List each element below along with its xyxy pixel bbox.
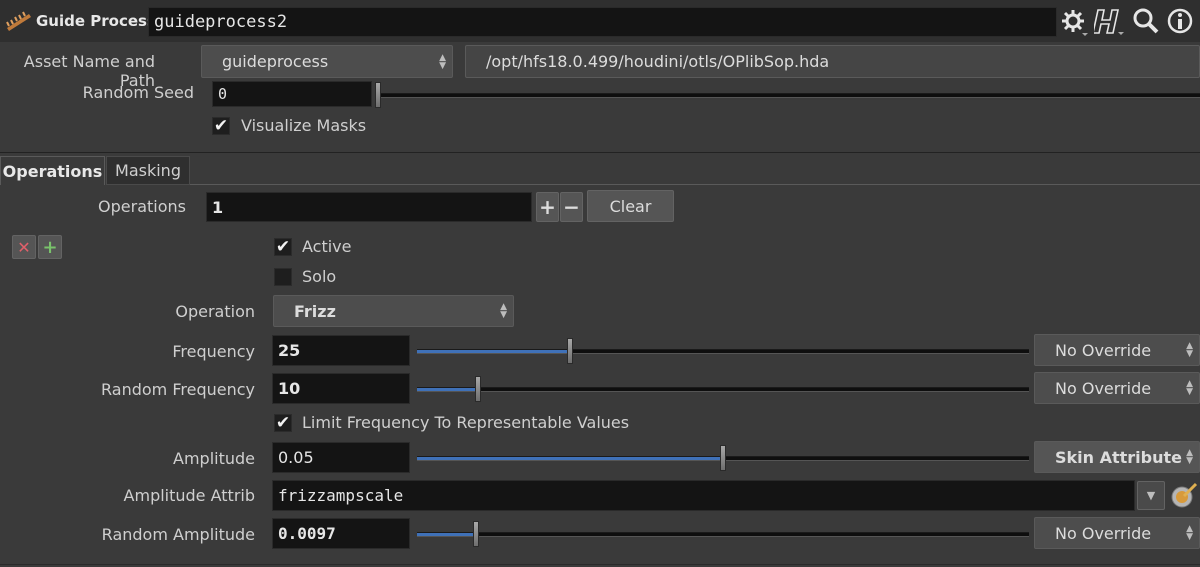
random-frequency-field[interactable]: 10 (272, 373, 410, 404)
random-amplitude-label: Random Amplitude (101, 525, 255, 544)
operation-value: Frizz (294, 301, 336, 321)
solo-checkbox[interactable] (274, 268, 292, 286)
amplitude-override-value: Skin Attribute (1055, 447, 1183, 467)
random-seed-label: Random Seed (82, 83, 194, 102)
random-amplitude-slider-fill (417, 533, 477, 536)
remove-instance-button[interactable]: ✕ (12, 235, 36, 259)
frequency-slider-handle[interactable] (567, 338, 573, 364)
updown-arrow-icon: ▲ ▼ (439, 52, 446, 71)
random-amplitude-slider-handle[interactable] (473, 521, 480, 547)
magnifier-icon[interactable] (1132, 7, 1160, 35)
clear-operations-button[interactable]: Clear (587, 190, 674, 222)
paint-brush-icon[interactable] (1170, 481, 1198, 509)
frequency-slider[interactable] (417, 338, 1029, 364)
houdini-h-icon[interactable] (1092, 5, 1126, 37)
tab-operations[interactable]: Operations (0, 156, 105, 185)
updown-arrow-icon: ▲ ▼ (1186, 341, 1193, 359)
bottom-divider (0, 564, 1200, 565)
asset-name-value: guideprocess (222, 52, 329, 71)
random-frequency-slider-fill (417, 388, 479, 391)
frequency-override-value: No Override (1055, 340, 1152, 360)
amplitude-override-menu[interactable]: Skin Attribute ▲ ▼ (1034, 441, 1200, 473)
frequency-slider-fill (417, 350, 570, 353)
remove-x-icon: ✕ (17, 237, 31, 257)
random-amplitude-override-value: No Override (1055, 523, 1152, 543)
visualize-masks-label: Visualize Masks (241, 116, 367, 135)
amplitude-slider[interactable] (417, 445, 1029, 471)
amplitude-attrib-dropdown-button[interactable]: ▼ (1137, 481, 1165, 510)
amplitude-field[interactable]: 0.05 (272, 442, 410, 473)
amplitude-slider-handle[interactable] (720, 445, 726, 471)
operations-label: Operations (98, 197, 186, 216)
comb-icon (5, 10, 33, 32)
random-frequency-slider-handle[interactable] (475, 376, 482, 402)
random-seed-field[interactable]: 0 (212, 81, 372, 107)
asset-name-menu[interactable]: guideprocess ▲ ▼ (201, 45, 453, 78)
remove-operation-button[interactable]: − (560, 192, 583, 222)
node-name-field[interactable]: guideprocess2 (148, 7, 1057, 37)
random-seed-slider[interactable] (375, 82, 1200, 108)
tab-operations-label: Operations (2, 161, 103, 181)
frequency-label: Frequency (172, 342, 255, 361)
random-amplitude-override-menu[interactable]: No Override ▲ ▼ (1034, 517, 1200, 549)
visualize-masks-checkbox[interactable]: ✔ (212, 117, 230, 135)
random-frequency-override-menu[interactable]: No Override ▲ ▼ (1034, 372, 1200, 404)
random-amplitude-field[interactable]: 0.0097 (272, 518, 410, 549)
random-amplitude-slider[interactable] (417, 521, 1029, 547)
insert-plus-icon: + (42, 236, 58, 258)
active-checkbox[interactable]: ✔ (274, 238, 292, 256)
random-frequency-label: Random Frequency (101, 380, 255, 399)
tab-masking-label: Masking (115, 161, 181, 180)
asset-path-value: /opt/hfs18.0.499/houdini/otls/OPlibSop.h… (486, 52, 830, 71)
amplitude-label: Amplitude (173, 449, 255, 468)
updown-arrow-icon: ▲ ▼ (1186, 448, 1193, 466)
info-icon[interactable] (1166, 7, 1194, 35)
active-label: Active (302, 237, 352, 256)
amplitude-slider-fill (417, 457, 723, 460)
random-seed-slider-handle[interactable] (375, 82, 381, 108)
tab-underline (190, 184, 1200, 185)
amplitude-attrib-field[interactable]: frizzampscale (272, 480, 1135, 511)
add-operation-button[interactable]: + (536, 192, 559, 222)
gear-icon[interactable] (1060, 7, 1088, 37)
updown-arrow-icon: ▲ ▼ (1186, 379, 1193, 397)
random-frequency-override-value: No Override (1055, 378, 1152, 398)
operation-menu[interactable]: Frizz ▲ ▼ (273, 295, 514, 327)
limit-frequency-label: Limit Frequency To Representable Values (302, 413, 630, 432)
asset-path-field[interactable]: /opt/hfs18.0.499/houdini/otls/OPlibSop.h… (465, 45, 1200, 78)
chevron-down-icon: ▼ (1146, 489, 1156, 502)
solo-label: Solo (302, 267, 337, 286)
tab-masking[interactable]: Masking (106, 156, 190, 185)
frequency-override-menu[interactable]: No Override ▲ ▼ (1034, 334, 1200, 366)
updown-arrow-icon: ▲ ▼ (500, 302, 507, 320)
insert-instance-button[interactable]: + (38, 235, 62, 259)
operations-count-field[interactable]: 1 (206, 192, 532, 222)
random-frequency-slider[interactable] (417, 376, 1029, 402)
operation-label: Operation (175, 302, 255, 321)
node-type-label: Guide Process (36, 12, 156, 30)
frequency-field[interactable]: 25 (272, 335, 410, 366)
amplitude-attrib-label: Amplitude Attrib (123, 486, 255, 505)
updown-arrow-icon: ▲ ▼ (1186, 524, 1193, 542)
divider (0, 152, 1200, 153)
limit-frequency-checkbox[interactable]: ✔ (274, 414, 292, 432)
